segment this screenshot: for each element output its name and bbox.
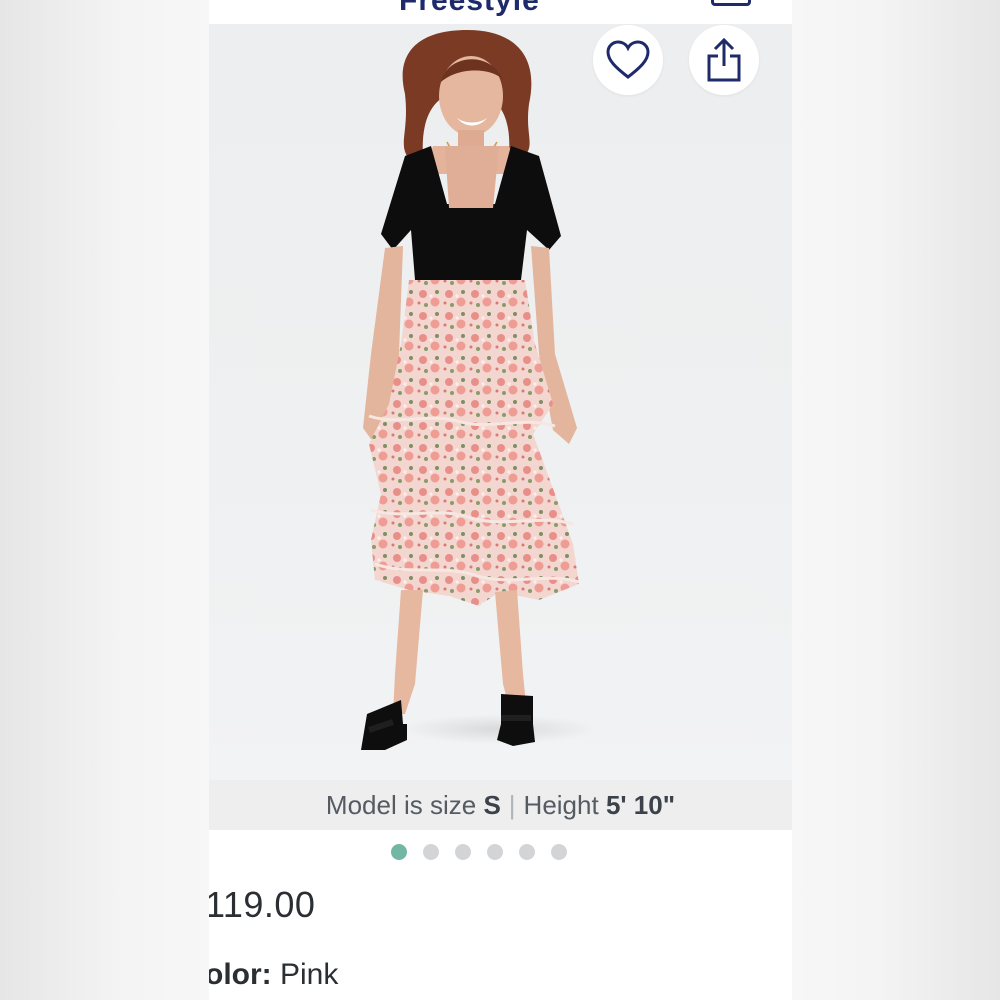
app-header: Freestyle: [209, 0, 792, 24]
carousel-dot-4[interactable]: [487, 844, 503, 860]
model-size-label: Model is size: [325, 789, 477, 820]
model-size-value: S: [483, 789, 501, 820]
screenshot-stage: Freestyle Model is size S | Height 5' 10…: [0, 0, 1000, 1000]
model-size-info: Model is size S | Height 5' 10": [209, 780, 792, 830]
carousel-dot-1[interactable]: [391, 844, 407, 860]
product-image[interactable]: [209, 24, 792, 780]
carousel-dot-5[interactable]: [519, 844, 535, 860]
carousel-indicator: [391, 844, 567, 860]
left-background: [0, 0, 209, 1000]
favorite-button[interactable]: [593, 25, 663, 95]
heart-outline-icon: [606, 40, 650, 79]
bag-icon[interactable]: [711, 0, 751, 6]
model-height-label: Height: [523, 789, 599, 820]
share-upload-icon: [707, 37, 741, 82]
carousel-dot-6[interactable]: [551, 844, 567, 860]
product-color: olor: Pink: [209, 958, 338, 992]
right-background: [792, 0, 1000, 1000]
color-label: olor:: [209, 958, 272, 991]
share-button[interactable]: [689, 25, 759, 95]
info-separator: |: [508, 789, 516, 820]
product-page: Freestyle Model is size S | Height 5' 10…: [209, 0, 792, 1000]
carousel-dot-3[interactable]: [455, 844, 471, 860]
color-value: Pink: [280, 958, 339, 991]
carousel-dot-2[interactable]: [423, 844, 439, 860]
model-photo: [361, 30, 580, 750]
model-height-value: 5' 10": [605, 789, 676, 820]
product-price: 119.00: [209, 884, 316, 925]
brand-logo[interactable]: Freestyle: [399, 0, 540, 18]
